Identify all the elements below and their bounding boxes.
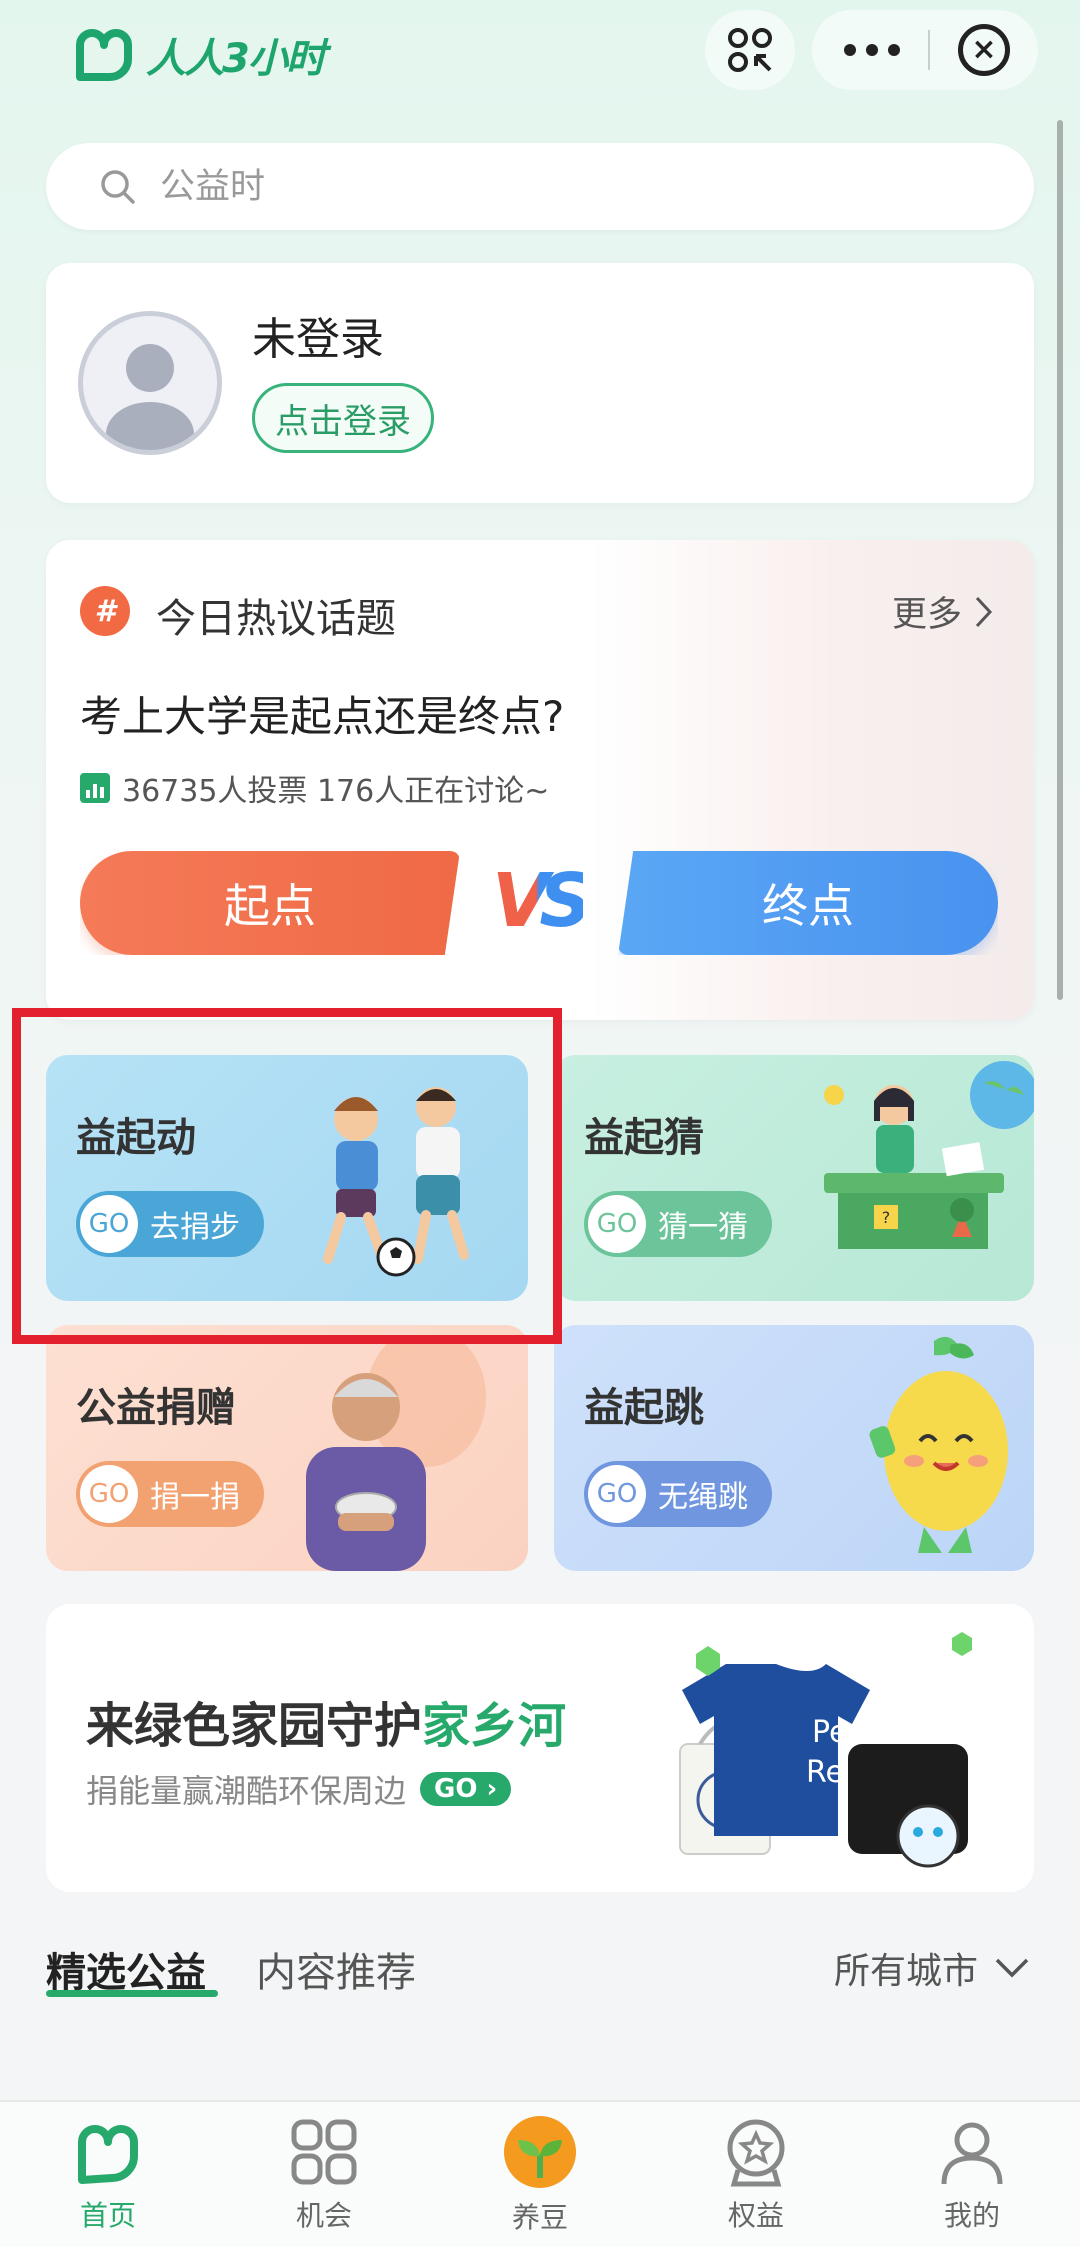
mascot-illustration <box>869 1336 1008 1553</box>
more-label: 更多 <box>891 595 962 635</box>
grid-icon <box>291 2119 357 2184</box>
nav-label: 我的 <box>943 2198 1000 2232</box>
active-tab-indicator <box>46 1990 218 1997</box>
elderly-man-illustration <box>306 1337 486 1571</box>
scan-button[interactable] <box>705 10 795 90</box>
hot-topic-card: # 今日热议话题 更多 考上大学是起点还是终点? 36735人投票 176人正在… <box>46 540 1034 1020</box>
bar-chart-icon <box>80 773 110 803</box>
vote-option-b-button[interactable]: 终点 <box>618 851 998 955</box>
banner-subtitle-text: 捐能量赢潮酷环保周边 <box>86 1772 407 1810</box>
card-yiqitiao[interactable]: 益起跳 GO 无绳跳 <box>554 1325 1034 1571</box>
city-filter-label: 所有城市 <box>833 1951 978 1992</box>
nav-item-mine[interactable]: 我的 <box>892 2116 1052 2234</box>
jump-rope-button[interactable]: GO 无绳跳 <box>584 1461 772 1527</box>
student-desk-illustration: ? <box>824 1061 1034 1249</box>
tab-recommended[interactable]: 内容推荐 <box>256 1940 416 1998</box>
green-home-banner[interactable]: 来绿色家园守护家乡河 捐能量赢潮酷环保周边 GO › PepsiCo Recyc… <box>46 1604 1034 1892</box>
chevron-down-icon <box>995 1958 1029 1978</box>
card-title: 益起跳 <box>584 1385 704 1431</box>
default-avatar-icon <box>106 344 194 450</box>
more-link[interactable]: 更多 <box>892 586 994 637</box>
topic-question[interactable]: 考上大学是起点还是终点? <box>80 683 564 744</box>
card-title: 益起猜 <box>584 1115 704 1161</box>
nav-label: 权益 <box>727 2198 784 2232</box>
user-icon <box>941 2122 1003 2184</box>
chevron-right-icon <box>975 596 993 627</box>
nav-label: 养豆 <box>511 2200 568 2234</box>
close-circle-icon[interactable]: × <box>958 24 1010 76</box>
highlight-box <box>12 1008 562 1344</box>
search-bar[interactable] <box>46 143 1034 230</box>
go-icon: GO <box>588 1195 646 1253</box>
nav-item-opportunity[interactable]: 机会 <box>244 2116 404 2234</box>
topic-section-title: 今日热议话题 <box>156 596 396 642</box>
donate-button[interactable]: GO 捐一捐 <box>76 1461 264 1527</box>
card-action-label: 无绳跳 <box>658 1480 748 1515</box>
banner-go-label: GO <box>434 1774 478 1804</box>
capsule-divider <box>928 30 930 70</box>
card-action-label: 捐一捐 <box>150 1480 240 1515</box>
banner-title-prefix: 来绿色家园守护 <box>86 1698 423 1754</box>
nav-label: 首页 <box>79 2198 136 2232</box>
profile-card: 未登录 点击登录 <box>46 263 1034 503</box>
login-button[interactable]: 点击登录 <box>252 383 434 453</box>
banner-subtitle: 捐能量赢潮酷环保周边 GO › <box>86 1766 512 1812</box>
banner-go-button[interactable]: GO › <box>420 1772 512 1806</box>
home-icon <box>78 2124 138 2184</box>
hashtag-icon: # <box>80 586 130 636</box>
topic-stats: 36735人投票 176人正在讨论~ <box>80 766 549 810</box>
svg-text:?: ? <box>882 1208 891 1227</box>
vote-option-a-button[interactable]: 起点 <box>80 851 460 955</box>
avatar[interactable] <box>78 311 222 455</box>
sprout-icon <box>504 2115 576 2188</box>
vs-label: VS <box>492 858 593 944</box>
card-title: 公益捐赠 <box>76 1385 236 1431</box>
nav-item-sprout[interactable]: 养豆 <box>460 2114 620 2236</box>
go-icon: GO <box>588 1465 646 1523</box>
stats-text: 36735人投票 176人正在讨论~ <box>122 774 550 809</box>
logo-text: 人人3小时 <box>146 36 326 82</box>
heart-logo-icon <box>76 29 132 81</box>
more-dots-icon[interactable] <box>844 44 900 56</box>
bottom-nav: 首页 机会 养豆 权益 我的 <box>0 2100 1080 2247</box>
scrollbar[interactable] <box>1057 120 1063 1000</box>
banner-title: 来绿色家园守护家乡河 <box>86 1686 566 1756</box>
search-icon <box>101 169 135 204</box>
login-status: 未登录 <box>252 314 384 365</box>
card-gongyi-juanzeng[interactable]: 公益捐赠 GO 捐一捐 <box>46 1325 528 1571</box>
card-yiqicai[interactable]: 益起猜 GO 猜一猜 ? <box>554 1055 1034 1301</box>
nav-label: 机会 <box>295 2198 352 2232</box>
merch-illustration: PepsiCo Recycling <box>679 1632 972 1868</box>
mini-program-capsule: × <box>812 10 1038 90</box>
badge-icon <box>727 2119 785 2186</box>
banner-title-highlight: 家乡河 <box>422 1698 567 1754</box>
city-filter[interactable]: 所有城市 <box>834 1942 1030 1994</box>
guess-button[interactable]: GO 猜一猜 <box>584 1191 772 1257</box>
app-logo: 人人3小时 <box>72 20 326 90</box>
scan-icon <box>728 28 772 72</box>
search-input[interactable] <box>160 166 860 207</box>
nav-item-benefits[interactable]: 权益 <box>676 2116 836 2234</box>
go-icon: GO <box>80 1465 138 1523</box>
nav-item-home[interactable]: 首页 <box>28 2116 188 2234</box>
card-action-label: 猜一猜 <box>658 1210 748 1245</box>
